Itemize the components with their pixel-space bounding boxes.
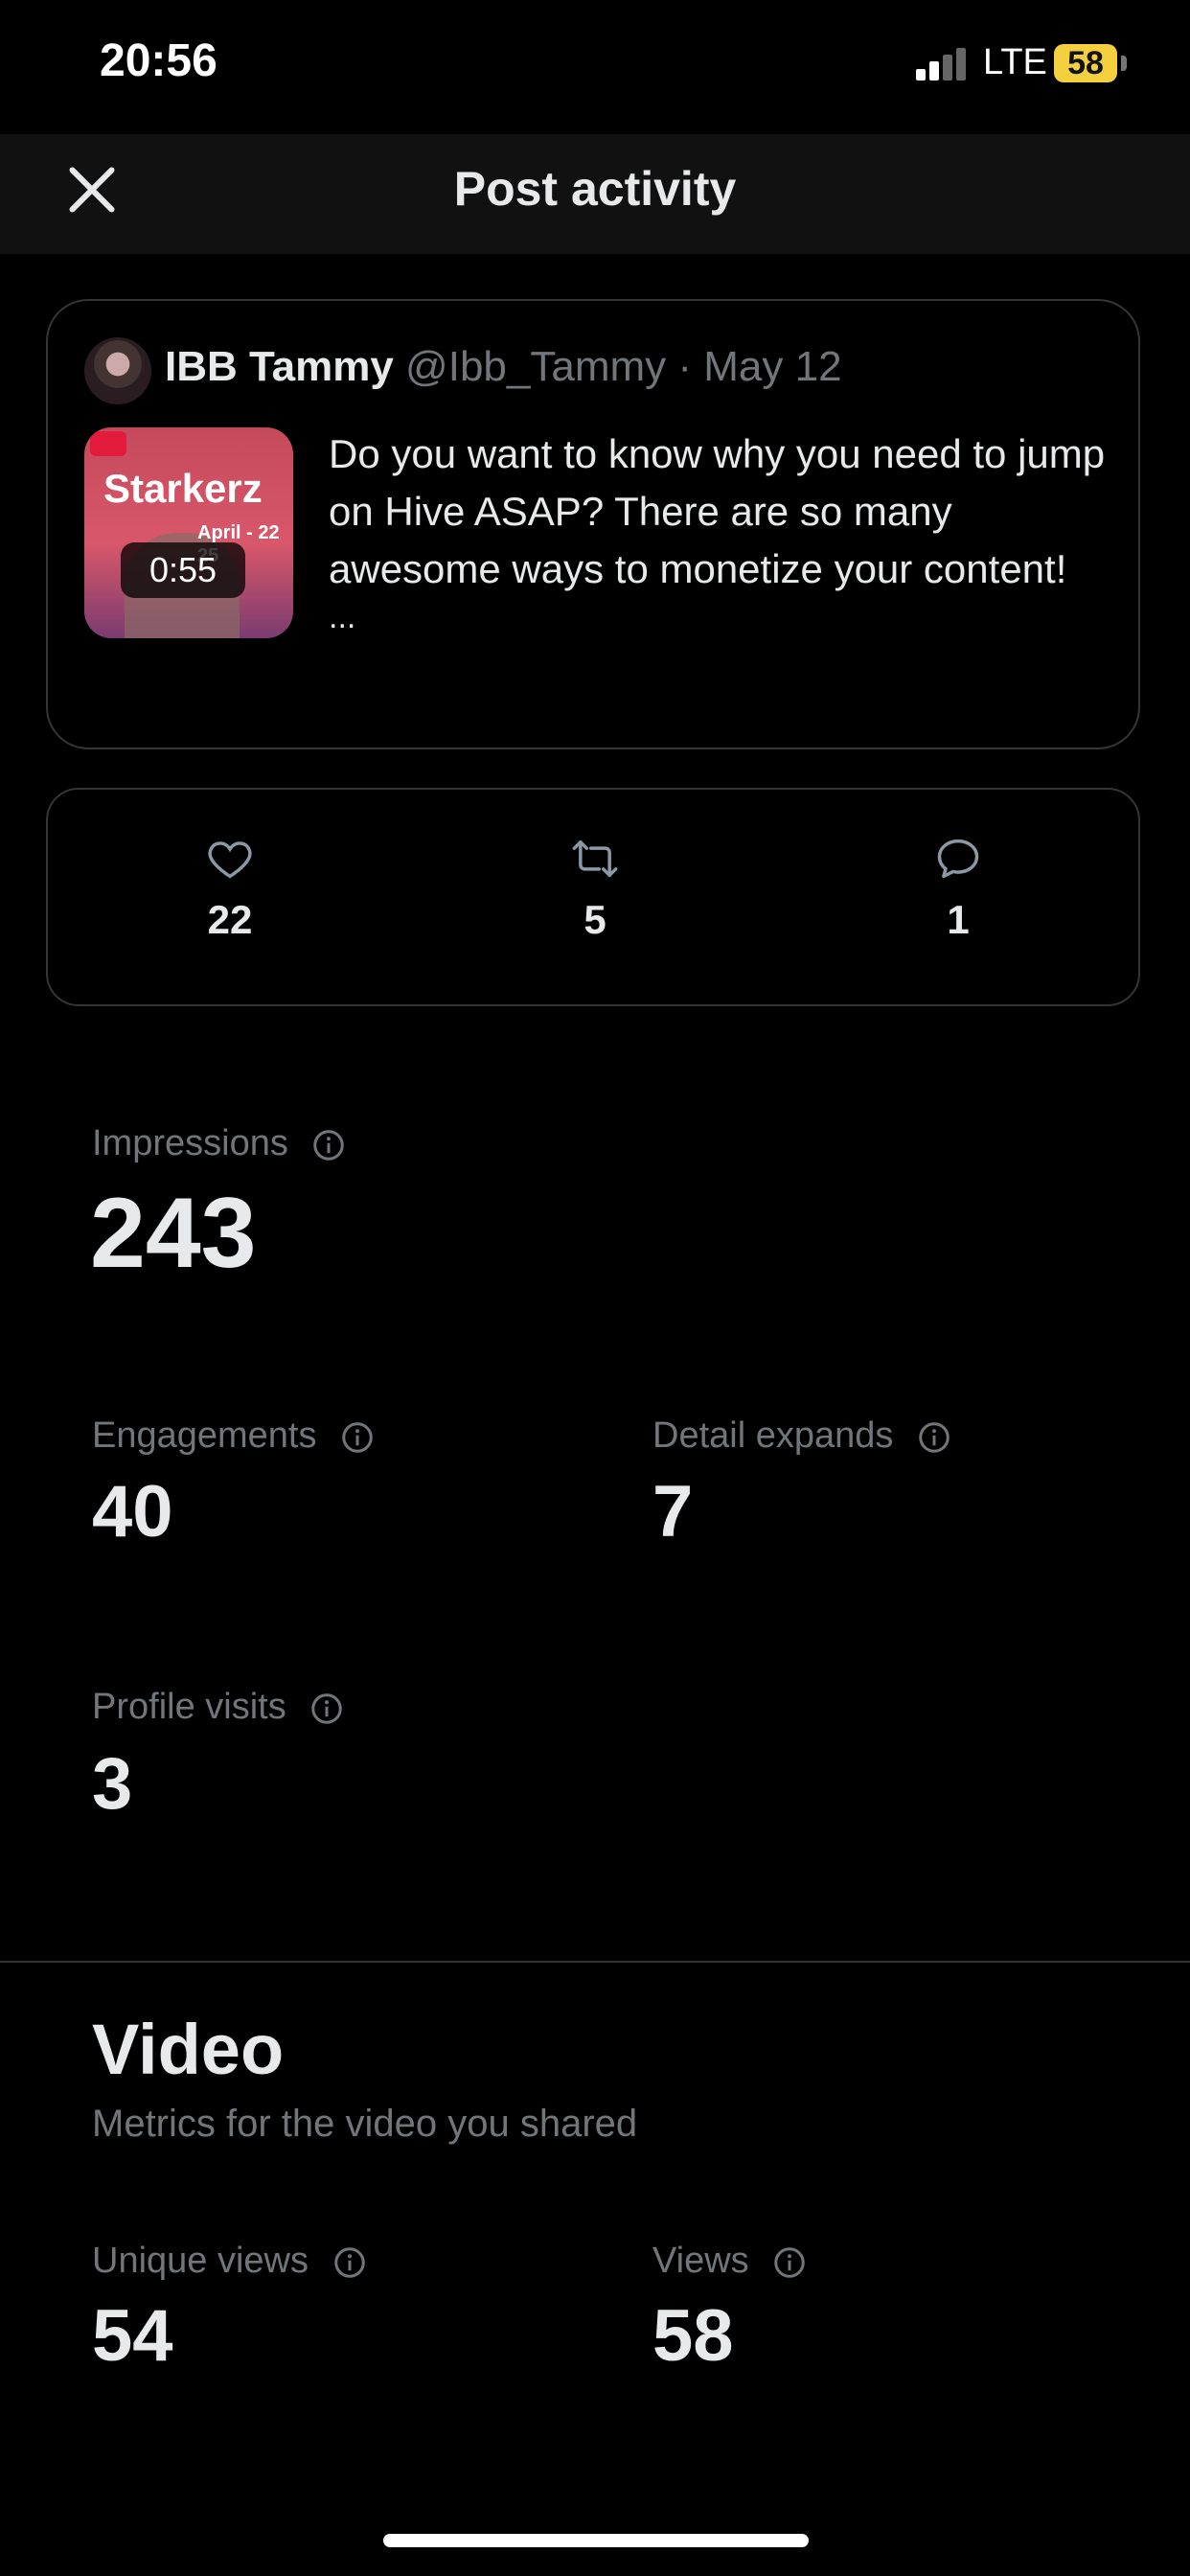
heart-icon	[208, 841, 252, 879]
avatar[interactable]	[84, 337, 151, 404]
impressions-label-row: Impressions	[92, 1123, 346, 1164]
post-date: May 12	[703, 343, 842, 390]
post-author-line: IBB Tammy @Ibb_Tammy · May 12	[165, 343, 842, 391]
unique-views-value: 54	[92, 2295, 173, 2377]
repost-icon	[572, 840, 618, 878]
detail-expands-label-row: Detail expands	[652, 1415, 951, 1457]
video-thumbnail[interactable]: Starkerz April - 22 25 0:55	[84, 427, 293, 638]
battery-tip	[1121, 56, 1127, 71]
thumbnail-title: Starkerz	[103, 466, 263, 511]
engagements-label-row: Engagements	[92, 1415, 375, 1457]
unique-views-label-row: Unique views	[92, 2241, 367, 2282]
profile-visits-label-row: Profile visits	[92, 1687, 344, 1728]
engagements-value: 40	[92, 1471, 173, 1552]
video-section-title: Video	[92, 2010, 285, 2089]
impressions-label: Impressions	[92, 1123, 288, 1163]
info-icon[interactable]	[917, 1420, 951, 1455]
replies-count: 1	[947, 897, 970, 942]
author-name[interactable]: IBB Tammy	[165, 343, 394, 390]
status-time: 20:56	[100, 35, 217, 86]
page-title: Post activity	[453, 162, 737, 216]
signal-icon	[916, 48, 970, 80]
reposts-count: 5	[584, 897, 606, 942]
views-label: Views	[652, 2241, 749, 2281]
detail-expands-label: Detail expands	[652, 1415, 894, 1456]
author-handle[interactable]: @Ibb_Tammy	[405, 343, 666, 390]
hive-logo	[90, 431, 126, 456]
post-text: Do you want to know why you need to jump…	[329, 426, 1114, 636]
info-icon[interactable]	[772, 2245, 807, 2280]
replies-stat[interactable]: 1	[862, 834, 1054, 943]
video-section-subtitle: Metrics for the video you shared	[92, 2103, 638, 2145]
engagements-label: Engagements	[92, 1415, 317, 1456]
views-value: 58	[652, 2295, 734, 2377]
separator: ·	[677, 343, 693, 390]
likes-stat[interactable]: 22	[134, 834, 326, 943]
network-label: LTE	[983, 42, 1047, 82]
post-body: Do you want to know why you need to jump…	[329, 431, 1106, 591]
info-icon[interactable]	[332, 2245, 367, 2280]
profile-visits-value: 3	[92, 1743, 133, 1825]
reply-icon	[937, 839, 979, 879]
impressions-value: 243	[90, 1178, 257, 1289]
profile-visits-label: Profile visits	[92, 1687, 286, 1727]
section-divider	[0, 1961, 1190, 1963]
info-icon[interactable]	[311, 1128, 346, 1162]
unique-views-label: Unique views	[92, 2241, 309, 2281]
views-label-row: Views	[652, 2241, 807, 2282]
info-icon[interactable]	[309, 1691, 344, 1726]
likes-count: 22	[207, 897, 253, 942]
reposts-stat[interactable]: 5	[499, 834, 691, 943]
info-icon[interactable]	[340, 1420, 375, 1455]
battery-icon: 58	[1054, 44, 1117, 82]
post-ellipsis: ...	[329, 599, 356, 635]
detail-expands-value: 7	[652, 1471, 694, 1552]
home-indicator[interactable]	[383, 2534, 809, 2547]
video-duration: 0:55	[121, 542, 245, 598]
